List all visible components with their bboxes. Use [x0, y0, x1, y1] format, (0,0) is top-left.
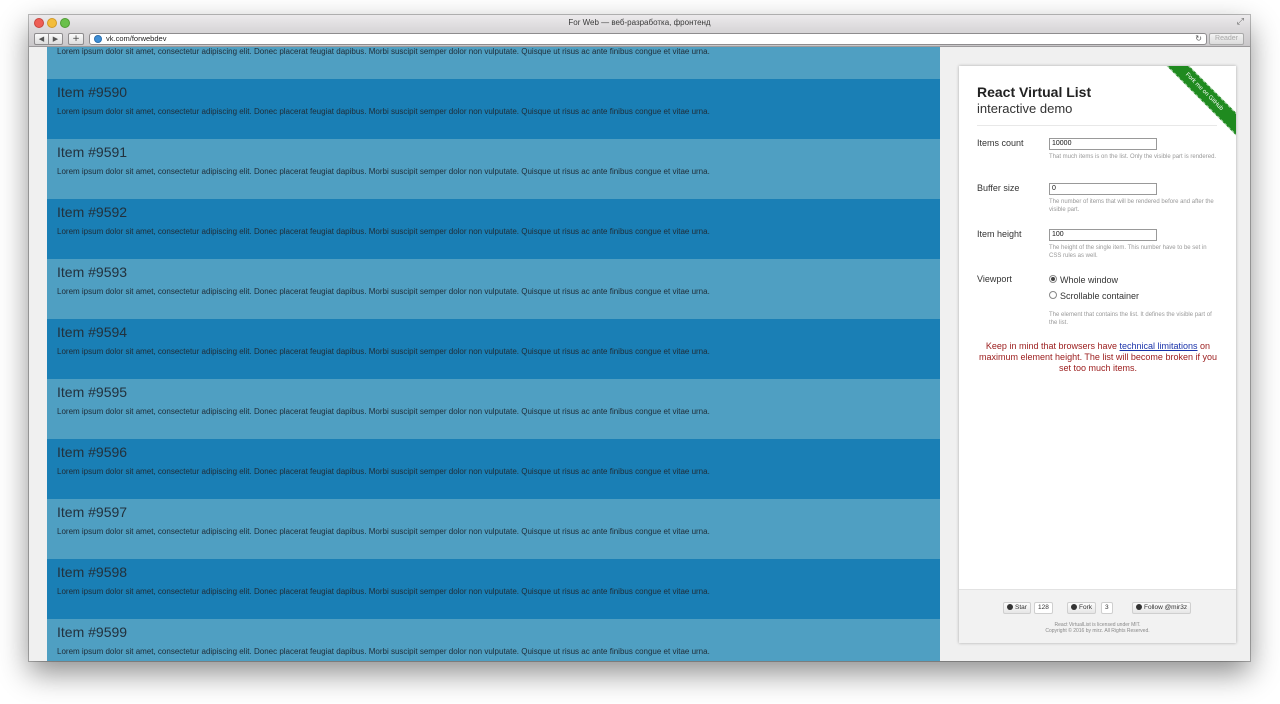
- control-panel: Fork me on GitHub React Virtual List int…: [959, 66, 1236, 643]
- github-follow-button[interactable]: Follow @mir3z: [1132, 602, 1192, 614]
- item-text: Lorem ipsum dolor sit amet, consectetur …: [57, 527, 710, 536]
- new-tab-button[interactable]: +: [68, 33, 84, 45]
- buffer-size-input[interactable]: 0: [1049, 183, 1157, 195]
- list-item: Item #9589Lorem ipsum dolor sit amet, co…: [47, 47, 940, 79]
- item-text: Lorem ipsum dolor sit amet, consectetur …: [57, 167, 710, 176]
- reader-button[interactable]: Reader: [1209, 33, 1244, 45]
- list-item: Item #9592 Lorem ipsum dolor sit amet, co…: [47, 199, 940, 259]
- window-title: For Web — веб-разработка, фронтенд: [568, 18, 711, 27]
- item-title: Item #9597: [57, 504, 128, 520]
- browser-window: For Web — веб-разработка, фронтенд ⤢ ◀ ▶…: [29, 15, 1250, 661]
- item-text: Lorem ipsum dolor sit amet, consectetur …: [57, 467, 710, 476]
- item-title: Item #9599: [57, 624, 128, 640]
- fork-label: Fork: [1079, 604, 1092, 611]
- item-title: Item #9592: [57, 204, 128, 220]
- fullscreen-icon[interactable]: ⤢: [1237, 17, 1244, 27]
- panel-footer: Star 128 Fork 3 Follow @mir3z React Virt…: [959, 589, 1236, 643]
- buffer-size-help: The number of items that will be rendere…: [1049, 199, 1214, 213]
- item-title: Item #9595: [57, 384, 128, 400]
- radio-checked-icon[interactable]: [1049, 275, 1057, 283]
- list-item: Item #9591 Lorem ipsum dolor sit amet, co…: [47, 139, 940, 199]
- github-icon: [1007, 604, 1013, 610]
- address-bar[interactable]: vk.com/forwebdev ↻: [89, 33, 1207, 45]
- item-text: Lorem ipsum dolor sit amet, consectetur …: [57, 107, 710, 116]
- license-line-2: Copyright © 2016 by mirz. All Rights Res…: [1045, 628, 1150, 634]
- virtual-list[interactable]: Item #9589Lorem ipsum dolor sit amet, co…: [47, 47, 940, 661]
- item-text: Lorem ipsum dolor sit amet, consectetur …: [57, 287, 710, 296]
- star-count[interactable]: 128: [1034, 602, 1053, 614]
- divider: [977, 125, 1217, 126]
- list-item: Item #9593 Lorem ipsum dolor sit amet, co…: [47, 259, 940, 319]
- item-text: Lorem ipsum dolor sit amet, consectetur …: [57, 407, 710, 416]
- technical-limitations-link[interactable]: technical limitations: [1120, 341, 1198, 351]
- items-count-input[interactable]: 10000: [1049, 138, 1157, 150]
- item-title: Item #9591: [57, 144, 128, 160]
- list-items: Item #9589Lorem ipsum dolor sit amet, co…: [47, 47, 940, 661]
- item-height-input[interactable]: 100: [1049, 229, 1157, 241]
- warning-text-start: Keep in mind that browsers have: [985, 341, 1120, 351]
- list-item: Item #9598 Lorem ipsum dolor sit amet, co…: [47, 559, 940, 619]
- github-icon: [1136, 604, 1142, 610]
- fork-me-ribbon[interactable]: Fork me on GitHub: [1155, 66, 1236, 141]
- viewport-help: The element that contains the list. It d…: [1049, 312, 1212, 326]
- panel-subtitle: interactive demo: [977, 101, 1073, 116]
- height-limit-warning: Keep in mind that browsers have technica…: [973, 341, 1223, 374]
- buffer-size-label: Buffer size: [977, 183, 1020, 193]
- list-item: Item #9596 Lorem ipsum dolor sit amet, co…: [47, 439, 940, 499]
- item-height-help: The height of the single item. This numb…: [1049, 245, 1207, 259]
- fork-count[interactable]: 3: [1101, 602, 1113, 614]
- browser-toolbar: ◀ ▶ + vk.com/forwebdev ↻ Reader: [29, 32, 1250, 47]
- item-text: Lorem ipsum dolor sit amet, consectetur …: [57, 347, 710, 356]
- list-item: Item #9597 Lorem ipsum dolor sit amet, co…: [47, 499, 940, 559]
- back-button[interactable]: ◀: [34, 33, 49, 45]
- items-count-label: Items count: [977, 138, 1024, 148]
- title-bar: For Web — веб-разработка, фронтенд ⤢: [29, 15, 1250, 32]
- list-item: Item #9599 Lorem ipsum dolor sit amet, co…: [47, 619, 940, 661]
- star-label: Star: [1015, 604, 1027, 611]
- reload-icon[interactable]: ↻: [1195, 34, 1202, 44]
- viewport-label: Viewport: [977, 274, 1012, 284]
- list-item: Item #9594 Lorem ipsum dolor sit amet, co…: [47, 319, 940, 379]
- item-text: Lorem ipsum dolor sit amet, consectetur …: [57, 587, 710, 596]
- list-item: Item #9590 Lorem ipsum dolor sit amet, co…: [47, 79, 940, 139]
- items-count-help: That much items is on the list. Only the…: [1049, 154, 1217, 160]
- panel-title: React Virtual List: [977, 84, 1092, 100]
- follow-label: Follow @mir3z: [1144, 604, 1188, 611]
- item-title: Item #9598: [57, 564, 128, 580]
- list-item: Item #9595 Lorem ipsum dolor sit amet, co…: [47, 379, 940, 439]
- url-text[interactable]: vk.com/forwebdev: [106, 34, 166, 44]
- radio-unchecked-icon[interactable]: [1049, 291, 1057, 299]
- item-title: Item #9593: [57, 264, 128, 280]
- item-height-label: Item height: [977, 229, 1022, 239]
- github-star-button[interactable]: Star: [1003, 602, 1031, 614]
- item-text: Lorem ipsum dolor sit amet, consectetur …: [57, 647, 710, 656]
- github-icon: [1071, 604, 1077, 610]
- item-title: Item #9590: [57, 84, 128, 100]
- forward-button[interactable]: ▶: [48, 33, 63, 45]
- item-title: Item #9596: [57, 444, 128, 460]
- radio-whole-window[interactable]: Whole window: [1049, 275, 1118, 285]
- radio-whole-window-label: Whole window: [1060, 275, 1119, 285]
- globe-icon: [94, 35, 102, 43]
- item-text: Lorem ipsum dolor sit amet, consectetur …: [57, 47, 710, 56]
- item-text: Lorem ipsum dolor sit amet, consectetur …: [57, 227, 710, 236]
- item-title: Item #9594: [57, 324, 128, 340]
- github-fork-button[interactable]: Fork: [1067, 602, 1096, 614]
- radio-scrollable-container[interactable]: Scrollable container: [1049, 291, 1139, 301]
- page-content: Item #9589Lorem ipsum dolor sit amet, co…: [29, 47, 1250, 661]
- radio-scrollable-container-label: Scrollable container: [1060, 291, 1140, 301]
